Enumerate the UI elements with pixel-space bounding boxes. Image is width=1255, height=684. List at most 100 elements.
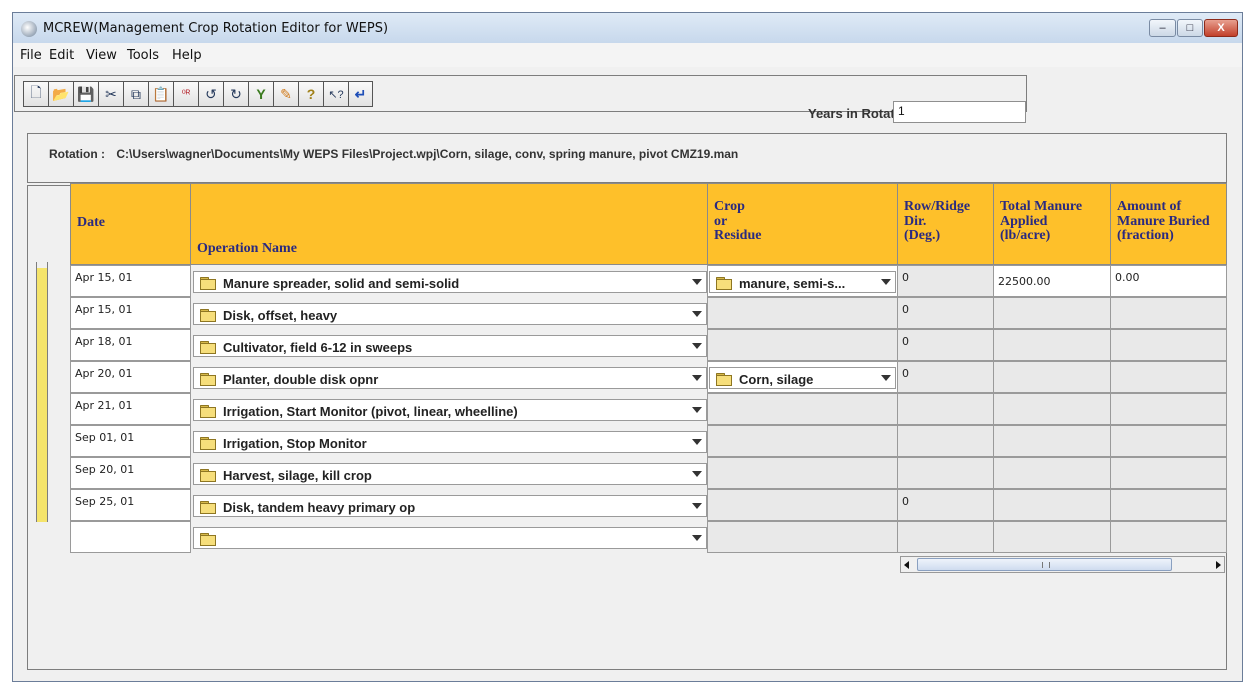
operation-select[interactable]: Disk, tandem heavy primary op — [193, 495, 707, 517]
return-arrow-icon[interactable]: ↵ — [348, 81, 373, 107]
context-help-icon[interactable]: ↖? — [323, 81, 348, 107]
chevron-down-icon[interactable] — [692, 375, 702, 381]
row-selection-bar[interactable] — [36, 262, 48, 522]
folder-icon[interactable] — [200, 373, 216, 386]
minimize-button[interactable]: – — [1149, 19, 1176, 37]
horizontal-scrollbar[interactable] — [900, 556, 1225, 573]
years-in-rotation-input[interactable]: 1 — [893, 101, 1026, 123]
date-cell[interactable]: Apr 18, 01 — [70, 329, 191, 361]
menu-view[interactable]: View — [86, 48, 117, 63]
chevron-down-icon[interactable] — [692, 535, 702, 541]
chevron-down-icon[interactable] — [692, 471, 702, 477]
date-value: Apr 15, 01 — [75, 271, 133, 284]
row-ridge-value: 0 — [902, 271, 909, 284]
date-value: Sep 01, 01 — [75, 431, 135, 444]
edit-pencil-icon[interactable]: ✎ — [273, 81, 298, 107]
folder-icon[interactable] — [200, 533, 216, 546]
folder-icon[interactable] — [200, 309, 216, 322]
new-file-icon[interactable]: 🗋 — [23, 81, 48, 107]
paste-icon[interactable]: 📋 — [148, 81, 173, 107]
manure-buried-cell — [1110, 425, 1227, 457]
filter-icon[interactable]: Y — [248, 81, 273, 107]
folder-icon[interactable] — [200, 405, 216, 418]
crop-select[interactable]: Corn, silage — [709, 367, 896, 389]
operation-select[interactable]: Irrigation, Stop Monitor — [193, 431, 707, 453]
header-row-ridge-dir[interactable]: Row/Ridge Dir. (Deg.) — [897, 183, 994, 265]
cut-icon[interactable]: ✂ — [98, 81, 123, 107]
date-cell[interactable]: Apr 21, 01 — [70, 393, 191, 425]
header-operation-name[interactable]: Operation Name — [190, 183, 708, 265]
folder-icon[interactable] — [200, 277, 216, 290]
scroll-left-icon[interactable] — [904, 561, 909, 569]
operation-value: Irrigation, Start Monitor (pivot, linear… — [223, 404, 518, 419]
chevron-down-icon[interactable] — [692, 311, 702, 317]
operation-value: Irrigation, Stop Monitor — [223, 436, 367, 451]
chevron-down-icon[interactable] — [692, 503, 702, 509]
folder-icon[interactable] — [716, 373, 732, 386]
crop-select[interactable]: manure, semi-s... — [709, 271, 896, 293]
maximize-button[interactable]: □ — [1177, 19, 1203, 37]
chevron-down-icon[interactable] — [692, 343, 702, 349]
row-ridge-cell — [897, 457, 994, 489]
row-ridge-cell[interactable]: 0 — [897, 361, 994, 393]
operation-select[interactable]: Disk, offset, heavy — [193, 303, 707, 325]
date-cell[interactable]: Apr 15, 01 — [70, 297, 191, 329]
header-amount-manure-buried[interactable]: Amount of Manure Buried (fraction) — [1110, 183, 1227, 265]
help-icon[interactable]: ? — [298, 81, 323, 107]
insert-icon[interactable]: ⁰ᴿ — [173, 81, 198, 107]
scroll-right-icon[interactable] — [1216, 561, 1221, 569]
menu-file[interactable]: File — [20, 48, 42, 63]
date-cell[interactable]: Sep 20, 01 — [70, 457, 191, 489]
operation-select[interactable]: Manure spreader, solid and semi-solid — [193, 271, 707, 293]
save-icon[interactable]: 💾 — [73, 81, 98, 107]
operation-value: Cultivator, field 6-12 in sweeps — [223, 340, 413, 355]
operation-select[interactable]: Irrigation, Start Monitor (pivot, linear… — [193, 399, 707, 421]
undo-icon[interactable]: ↺ — [198, 81, 223, 107]
close-button[interactable]: X — [1204, 19, 1238, 37]
header-crop-residue[interactable]: Crop or Residue — [707, 183, 898, 265]
manure-buried-cell — [1110, 489, 1227, 521]
manure-buried-cell — [1110, 329, 1227, 361]
redo-icon[interactable]: ↻ — [223, 81, 248, 107]
chevron-down-icon[interactable] — [692, 439, 702, 445]
manure-buried-cell[interactable]: 0.00 — [1110, 265, 1227, 297]
date-cell[interactable]: Sep 25, 01 — [70, 489, 191, 521]
folder-icon[interactable] — [716, 277, 732, 290]
date-cell[interactable]: Apr 15, 01 — [70, 265, 191, 297]
menu-edit[interactable]: Edit — [49, 48, 74, 63]
chevron-down-icon[interactable] — [692, 407, 702, 413]
rotation-path: C:\Users\wagner\Documents\My WEPS Files\… — [116, 147, 739, 161]
manure-buried-cell — [1110, 297, 1227, 329]
row-ridge-cell[interactable]: 0 — [897, 489, 994, 521]
folder-icon[interactable] — [200, 501, 216, 514]
row-ridge-cell[interactable]: 0 — [897, 329, 994, 361]
open-folder-icon[interactable]: 📂 — [48, 81, 73, 107]
menu-tools[interactable]: Tools — [127, 48, 159, 63]
menu-help[interactable]: Help — [172, 48, 202, 63]
operation-select[interactable] — [193, 527, 707, 549]
scroll-thumb[interactable] — [917, 558, 1172, 571]
menu-bar: File Edit View Tools Help — [13, 43, 1242, 67]
crop-cell — [707, 329, 898, 361]
chevron-down-icon[interactable] — [881, 279, 891, 285]
folder-icon[interactable] — [200, 437, 216, 450]
chevron-down-icon[interactable] — [692, 279, 702, 285]
header-total-manure-applied[interactable]: Total Manure Applied (lb/acre) — [993, 183, 1111, 265]
folder-icon[interactable] — [200, 341, 216, 354]
date-cell[interactable]: Apr 20, 01 — [70, 361, 191, 393]
row-ridge-cell[interactable]: 0 — [897, 265, 994, 297]
folder-icon[interactable] — [200, 469, 216, 482]
copy-icon[interactable]: ⧉ — [123, 81, 148, 107]
operation-value: Harvest, silage, kill crop — [223, 468, 372, 483]
date-cell[interactable] — [70, 521, 191, 553]
header-date[interactable]: Date — [70, 183, 191, 265]
manure-applied-cell — [993, 489, 1111, 521]
title-bar[interactable]: MCREW(Management Crop Rotation Editor fo… — [13, 13, 1242, 43]
manure-applied-cell[interactable]: 22500.00 — [993, 265, 1111, 297]
date-cell[interactable]: Sep 01, 01 — [70, 425, 191, 457]
chevron-down-icon[interactable] — [881, 375, 891, 381]
operation-select[interactable]: Harvest, silage, kill crop — [193, 463, 707, 485]
operation-select[interactable]: Cultivator, field 6-12 in sweeps — [193, 335, 707, 357]
row-ridge-cell[interactable]: 0 — [897, 297, 994, 329]
operation-select[interactable]: Planter, double disk opnr — [193, 367, 707, 389]
